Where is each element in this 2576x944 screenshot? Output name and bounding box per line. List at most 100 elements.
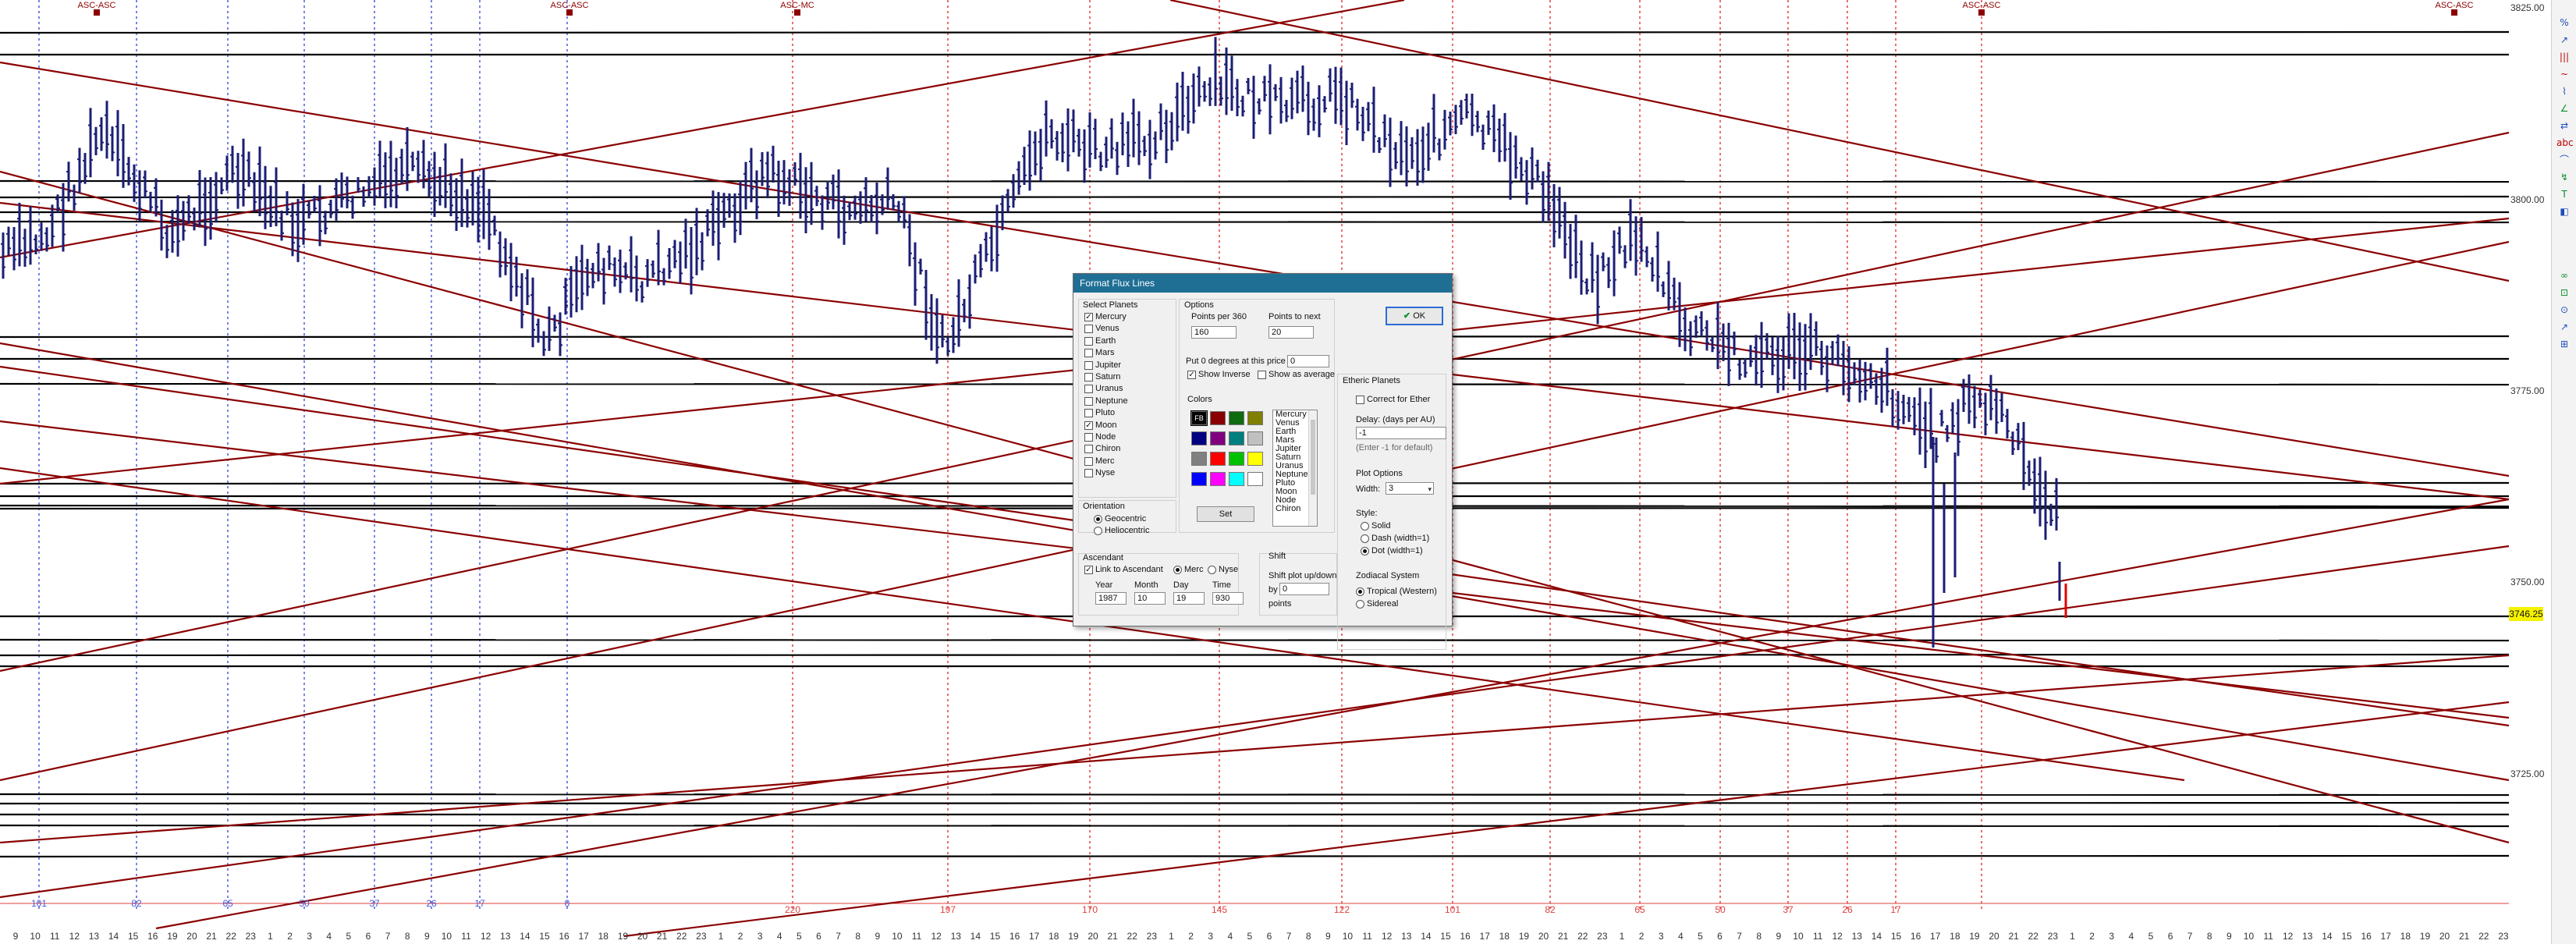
- date-tick-label: 11: [50, 931, 60, 942]
- color-swatch[interactable]: [1247, 431, 1263, 445]
- planet-checkbox-venus[interactable]: [1084, 325, 1093, 334]
- toolbar-tool-icon[interactable]: ∠: [2556, 101, 2572, 115]
- color-swatch[interactable]: [1191, 472, 1207, 486]
- width-select[interactable]: 3 ▾: [1386, 482, 1434, 495]
- date-tick-label: 1: [1620, 931, 1625, 942]
- toolbar-tool-icon[interactable]: ◧: [2556, 204, 2572, 218]
- price-level-line: [0, 801, 2510, 805]
- put-zero-input[interactable]: 0: [1287, 355, 1329, 367]
- red-degree-label: 170: [1082, 904, 1098, 915]
- show-inverse-checkbox[interactable]: ✓: [1187, 371, 1196, 379]
- toolbar-tool-icon[interactable]: ⊞: [2556, 337, 2572, 351]
- planet-checkbox-mars[interactable]: [1084, 349, 1093, 358]
- toolbar-tool-icon[interactable]: ~: [2556, 67, 2572, 81]
- toolbar-tool-icon[interactable]: |||: [2556, 50, 2572, 64]
- style-dash-radio[interactable]: [1361, 534, 1369, 543]
- geocentric-radio[interactable]: [1094, 515, 1102, 523]
- color-swatch[interactable]: [1229, 431, 1244, 445]
- color-swatch[interactable]: [1210, 431, 1226, 445]
- color-swatch[interactable]: FB: [1190, 410, 1208, 426]
- planet-checkbox-merc[interactable]: [1084, 456, 1093, 466]
- date-tick-label: 18: [2400, 931, 2411, 942]
- listbox-scrollbar[interactable]: [1308, 410, 1317, 526]
- planet-checkbox-nyse[interactable]: [1084, 469, 1093, 478]
- time-input[interactable]: 930: [1212, 592, 1244, 605]
- planet-checkbox-jupiter[interactable]: [1084, 360, 1093, 370]
- toolbar-tool-icon[interactable]: ↗: [2556, 33, 2572, 47]
- date-tick-label: 22: [2028, 931, 2039, 942]
- style-dot-radio[interactable]: [1361, 547, 1369, 555]
- toolbar-tool-icon[interactable]: ⇄: [2556, 119, 2572, 133]
- planet-checkbox-uranus[interactable]: [1084, 385, 1093, 394]
- date-tick-label: 15: [1891, 931, 1902, 942]
- planet-checkbox-chiron[interactable]: [1084, 445, 1093, 454]
- planet-checkbox-moon[interactable]: ✓: [1084, 421, 1093, 430]
- color-swatch[interactable]: [1247, 452, 1263, 466]
- date-tick-label: 1: [1169, 931, 1174, 942]
- date-tick-label: 7: [385, 931, 391, 942]
- planet-checkbox-node[interactable]: [1084, 433, 1093, 442]
- color-swatch[interactable]: [1247, 411, 1263, 425]
- month-input[interactable]: 10: [1134, 592, 1166, 605]
- planet-checkbox-saturn[interactable]: [1084, 373, 1093, 382]
- heliocentric-radio[interactable]: [1094, 527, 1102, 535]
- planet-checkbox-mercury[interactable]: ✓: [1084, 313, 1093, 321]
- date-tick-label: 4: [1678, 931, 1684, 942]
- day-input[interactable]: 19: [1173, 592, 1205, 605]
- scroll-thumb[interactable]: [1311, 420, 1315, 495]
- date-tick-label: 6: [1717, 931, 1723, 942]
- width-label: Width:: [1356, 484, 1381, 494]
- color-swatch[interactable]: [1191, 431, 1207, 445]
- price-axis-label: 3825.00: [2510, 2, 2545, 13]
- nyse-radio[interactable]: [1208, 566, 1216, 574]
- toolbar-tool-icon[interactable]: T: [2556, 187, 2572, 201]
- marker-label: ASC-MC: [780, 1, 814, 10]
- color-swatch[interactable]: [1229, 472, 1244, 486]
- toolbar-tool-icon[interactable]: abc: [2556, 136, 2574, 150]
- delay-label: Delay: (days per AU): [1356, 415, 1435, 424]
- toolbar-tool-icon[interactable]: ∞: [2556, 268, 2572, 282]
- color-swatch[interactable]: [1247, 472, 1263, 486]
- red-degree-label: 17: [1890, 904, 1901, 915]
- points-label: points: [1268, 599, 1292, 609]
- planet-checkbox-earth[interactable]: [1084, 336, 1093, 346]
- points-to-next-input[interactable]: 20: [1268, 326, 1314, 339]
- color-swatch[interactable]: [1229, 452, 1244, 466]
- date-tick-label: 20: [186, 931, 197, 942]
- correct-ether-checkbox[interactable]: [1356, 396, 1364, 404]
- merc-radio[interactable]: [1173, 566, 1182, 574]
- toolbar-tool-icon[interactable]: ⊙: [2556, 303, 2572, 317]
- link-ascendant-checkbox[interactable]: ✓: [1084, 566, 1093, 574]
- tropical-radio[interactable]: [1356, 587, 1364, 596]
- planet-checkbox-pluto[interactable]: [1084, 409, 1093, 418]
- toolbar-tool-icon[interactable]: %: [2556, 16, 2572, 30]
- date-tick-label: 13: [1852, 931, 1863, 942]
- color-swatch[interactable]: [1210, 452, 1226, 466]
- toolbar-tool-icon[interactable]: ⌒: [2556, 153, 2572, 167]
- points-per-360-input[interactable]: 160: [1191, 326, 1237, 339]
- style-solid-radio[interactable]: [1361, 522, 1369, 531]
- toolbar-tool-icon[interactable]: ⌇: [2556, 84, 2572, 98]
- colors-label: Colors: [1187, 395, 1212, 404]
- year-input[interactable]: 1987: [1095, 592, 1127, 605]
- toolbar-tool-icon[interactable]: ↯: [2556, 170, 2572, 184]
- toolbar-tool-icon[interactable]: ⊡: [2556, 286, 2572, 300]
- color-swatch[interactable]: [1229, 411, 1244, 425]
- color-swatch[interactable]: [1210, 411, 1226, 425]
- date-tick-label: 20: [1989, 931, 1999, 942]
- color-swatch[interactable]: [1210, 472, 1226, 486]
- ok-button[interactable]: ✔ OK: [1386, 307, 1443, 325]
- set-button[interactable]: Set: [1197, 506, 1254, 522]
- color-swatch[interactable]: [1191, 452, 1207, 466]
- show-average-checkbox[interactable]: [1258, 371, 1266, 379]
- date-tick-label: 16: [1911, 931, 1921, 942]
- date-tick-label: 11: [461, 931, 471, 942]
- date-tick-label: 16: [1009, 931, 1020, 942]
- sidereal-radio[interactable]: [1356, 600, 1364, 609]
- color-planet-listbox[interactable]: Mercury Venus Earth Mars Jupiter Saturn Uranus…: [1272, 410, 1318, 527]
- dialog-title[interactable]: Format Flux Lines: [1073, 274, 1452, 293]
- planet-checkbox-neptune[interactable]: [1084, 396, 1093, 406]
- toolbar-tool-icon[interactable]: ↗: [2556, 320, 2572, 334]
- delay-input[interactable]: -1: [1356, 427, 1446, 439]
- shift-input[interactable]: 0: [1279, 583, 1329, 595]
